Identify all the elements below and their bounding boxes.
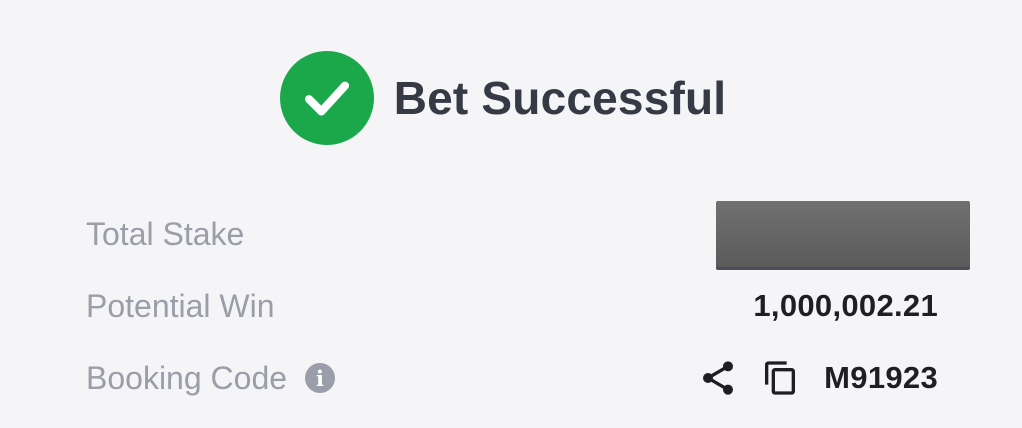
copy-icon[interactable] — [758, 356, 802, 400]
booking-code-actions: M91923 — [696, 356, 938, 400]
potential-win-value: 1,000,002.21 — [753, 288, 938, 323]
page-title: Bet Successful — [393, 72, 727, 124]
total-stake-label: Total Stake — [86, 215, 245, 252]
potential-win-row: Potential Win 1,000,002.21 — [86, 278, 938, 334]
total-stake-value-redacted — [716, 200, 970, 270]
total-stake-row: Total Stake — [86, 200, 970, 270]
info-icon[interactable]: i — [305, 363, 336, 393]
check-circle-icon — [279, 51, 374, 145]
booking-code-value: M91923 — [824, 360, 938, 395]
success-header: Bet Successful — [0, 51, 1022, 145]
potential-win-label: Potential Win — [86, 287, 275, 324]
booking-code-row: Booking Code i M91923 — [86, 350, 938, 406]
share-icon[interactable] — [696, 356, 740, 400]
booking-code-label-group: Booking Code i — [86, 359, 336, 397]
booking-code-label: Booking Code — [86, 359, 288, 396]
